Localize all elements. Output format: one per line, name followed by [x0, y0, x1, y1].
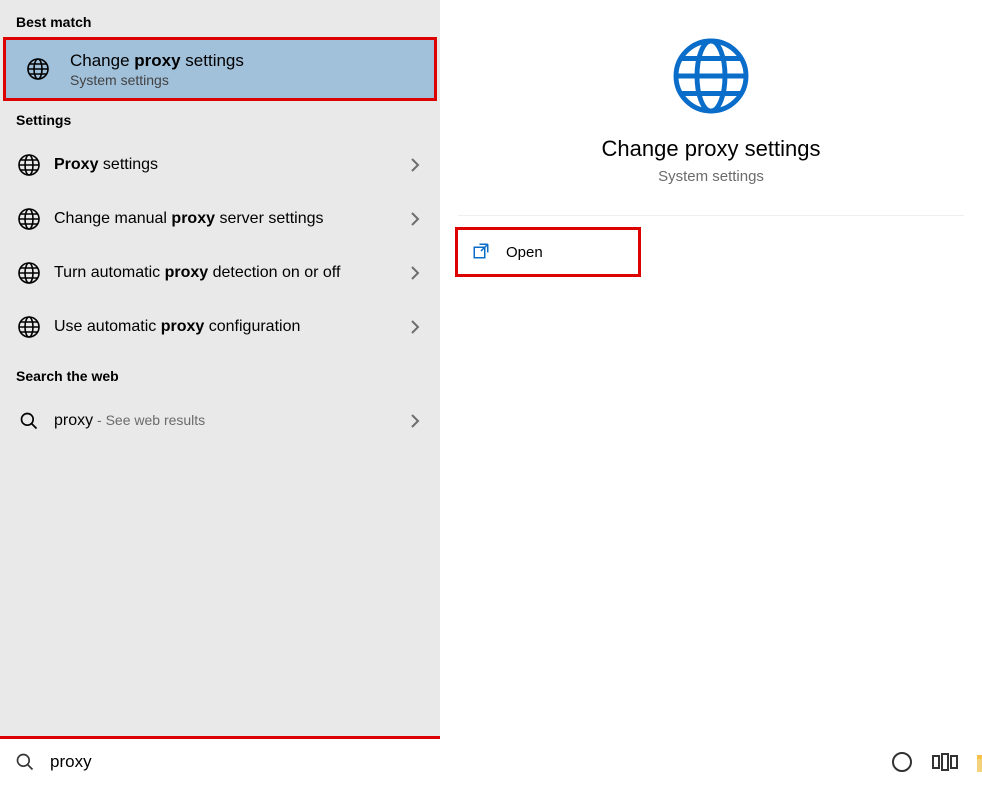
settings-item-manual-proxy[interactable]: Change manual proxy server settings [0, 192, 440, 246]
globe-icon [20, 51, 56, 87]
open-icon [472, 242, 492, 262]
globe-icon [16, 260, 42, 286]
search-box[interactable] [0, 739, 440, 785]
taskbar: DELL W [880, 739, 982, 785]
preview-title: Change proxy settings [468, 136, 954, 162]
settings-item-auto-detection[interactable]: Turn automatic proxy detection on or off [0, 246, 440, 300]
settings-item-proxy-settings[interactable]: Proxy settings [0, 138, 440, 192]
cortana-circle-icon[interactable] [890, 747, 914, 777]
task-view-icon[interactable] [932, 747, 958, 777]
web-search-label: proxy - See web results [54, 412, 406, 430]
globe-icon [669, 34, 753, 118]
chevron-right-icon [406, 264, 424, 282]
file-explorer-icon[interactable] [976, 747, 982, 777]
open-label: Open [506, 244, 543, 261]
settings-header: Settings [0, 98, 440, 138]
preview-panel: Change proxy settings System settings Op… [440, 0, 982, 785]
best-match-title: Change proxy settings [70, 50, 244, 72]
settings-item-label: Change manual proxy server settings [54, 210, 406, 228]
chevron-right-icon [406, 156, 424, 174]
globe-icon [16, 314, 42, 340]
settings-item-label: Turn automatic proxy detection on or off [54, 263, 406, 284]
settings-item-auto-config[interactable]: Use automatic proxy configuration [0, 300, 440, 354]
open-button[interactable]: Open [458, 230, 638, 274]
settings-item-label: Use automatic proxy configuration [54, 318, 406, 336]
settings-item-label: Proxy settings [54, 156, 406, 174]
web-search-item[interactable]: proxy - See web results [0, 394, 440, 448]
search-icon [16, 408, 42, 434]
globe-icon [16, 206, 42, 232]
globe-icon [16, 152, 42, 178]
chevron-right-icon [406, 210, 424, 228]
best-match-subtitle: System settings [70, 72, 244, 88]
search-icon [12, 749, 38, 775]
best-match-header: Best match [0, 0, 440, 40]
chevron-right-icon [406, 412, 424, 430]
chevron-right-icon [406, 318, 424, 336]
best-match-result[interactable]: Change proxy settings System settings [6, 40, 434, 98]
search-input[interactable] [42, 746, 428, 778]
search-web-header: Search the web [0, 354, 440, 394]
preview-card: Change proxy settings System settings [458, 14, 964, 216]
search-results-panel: Best match Change proxy settings System … [0, 0, 440, 785]
preview-subtitle: System settings [468, 168, 954, 185]
